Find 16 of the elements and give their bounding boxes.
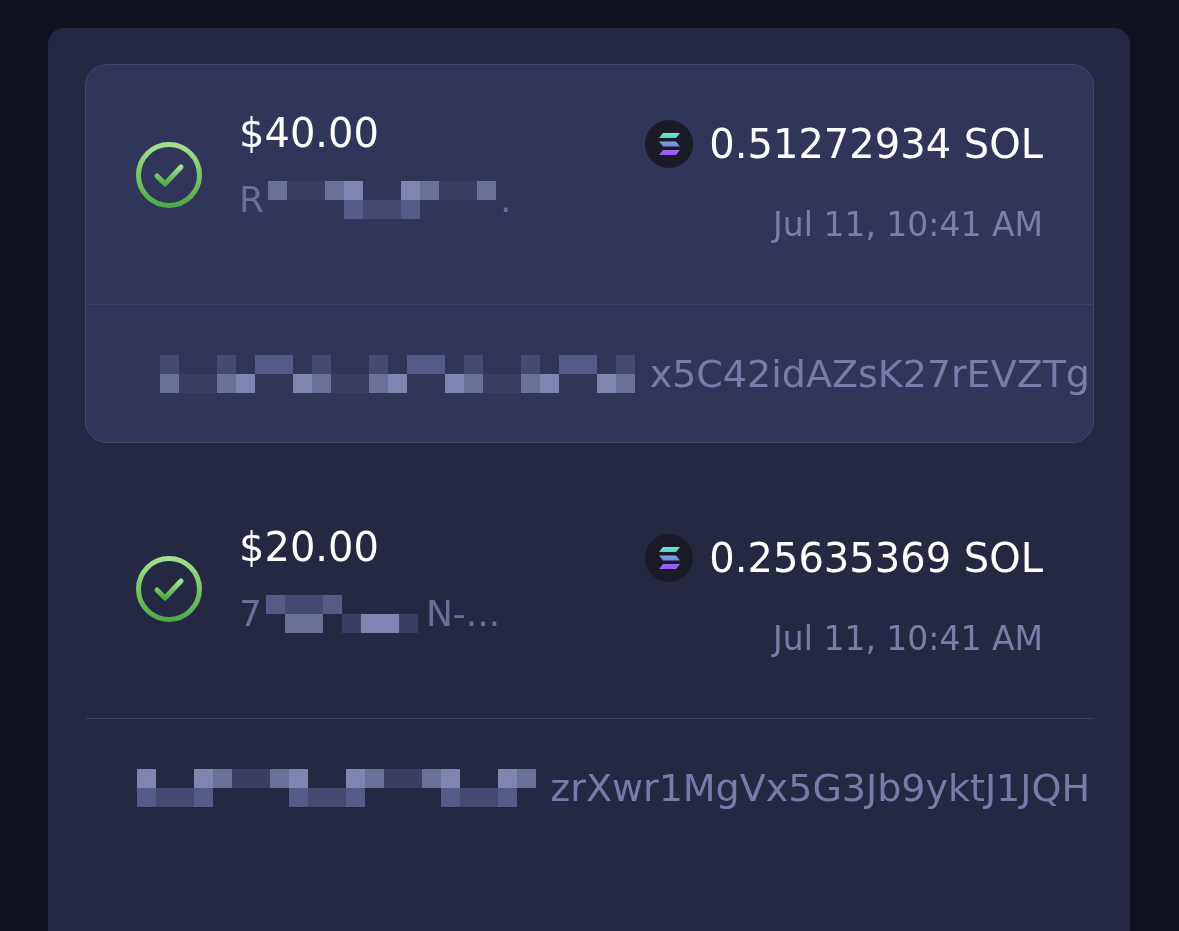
token-amount: 0.25635369 SOL <box>709 534 1043 582</box>
amount-text: $40.00 <box>239 109 380 157</box>
token-icon <box>645 534 694 582</box>
token-icon <box>645 120 694 168</box>
token-amount: 0.51272934 SOL <box>709 120 1043 168</box>
transaction-item[interactable]: $40.00 R . 0.51272934 SOL Jul 11, 10:41 AM x5C42idAZsK27rEVZTg <box>85 64 1094 443</box>
recipient-text: N-... <box>425 592 501 636</box>
recipient-text: 7 <box>239 592 262 636</box>
date-text: Jul 11, 10:41 AM <box>773 619 1043 659</box>
recipient-text: . <box>500 178 512 222</box>
date-text: Jul 11, 10:41 AM <box>773 205 1043 245</box>
hash-text: zrXwr1MgVx5G3Jb9yktJ1JQH <box>550 766 1090 810</box>
transaction-item[interactable]: $20.00 7 N-... 0.25635369 SOL Jul 11, 10:41 AM zrXwr1MgVx5G3Jb9yktJ1JQH <box>85 478 1094 857</box>
amount-text: $20.00 <box>239 523 380 571</box>
hash-text: x5C42idAZsK27rEVZTg <box>649 352 1090 396</box>
recipient-text: R <box>239 178 264 222</box>
